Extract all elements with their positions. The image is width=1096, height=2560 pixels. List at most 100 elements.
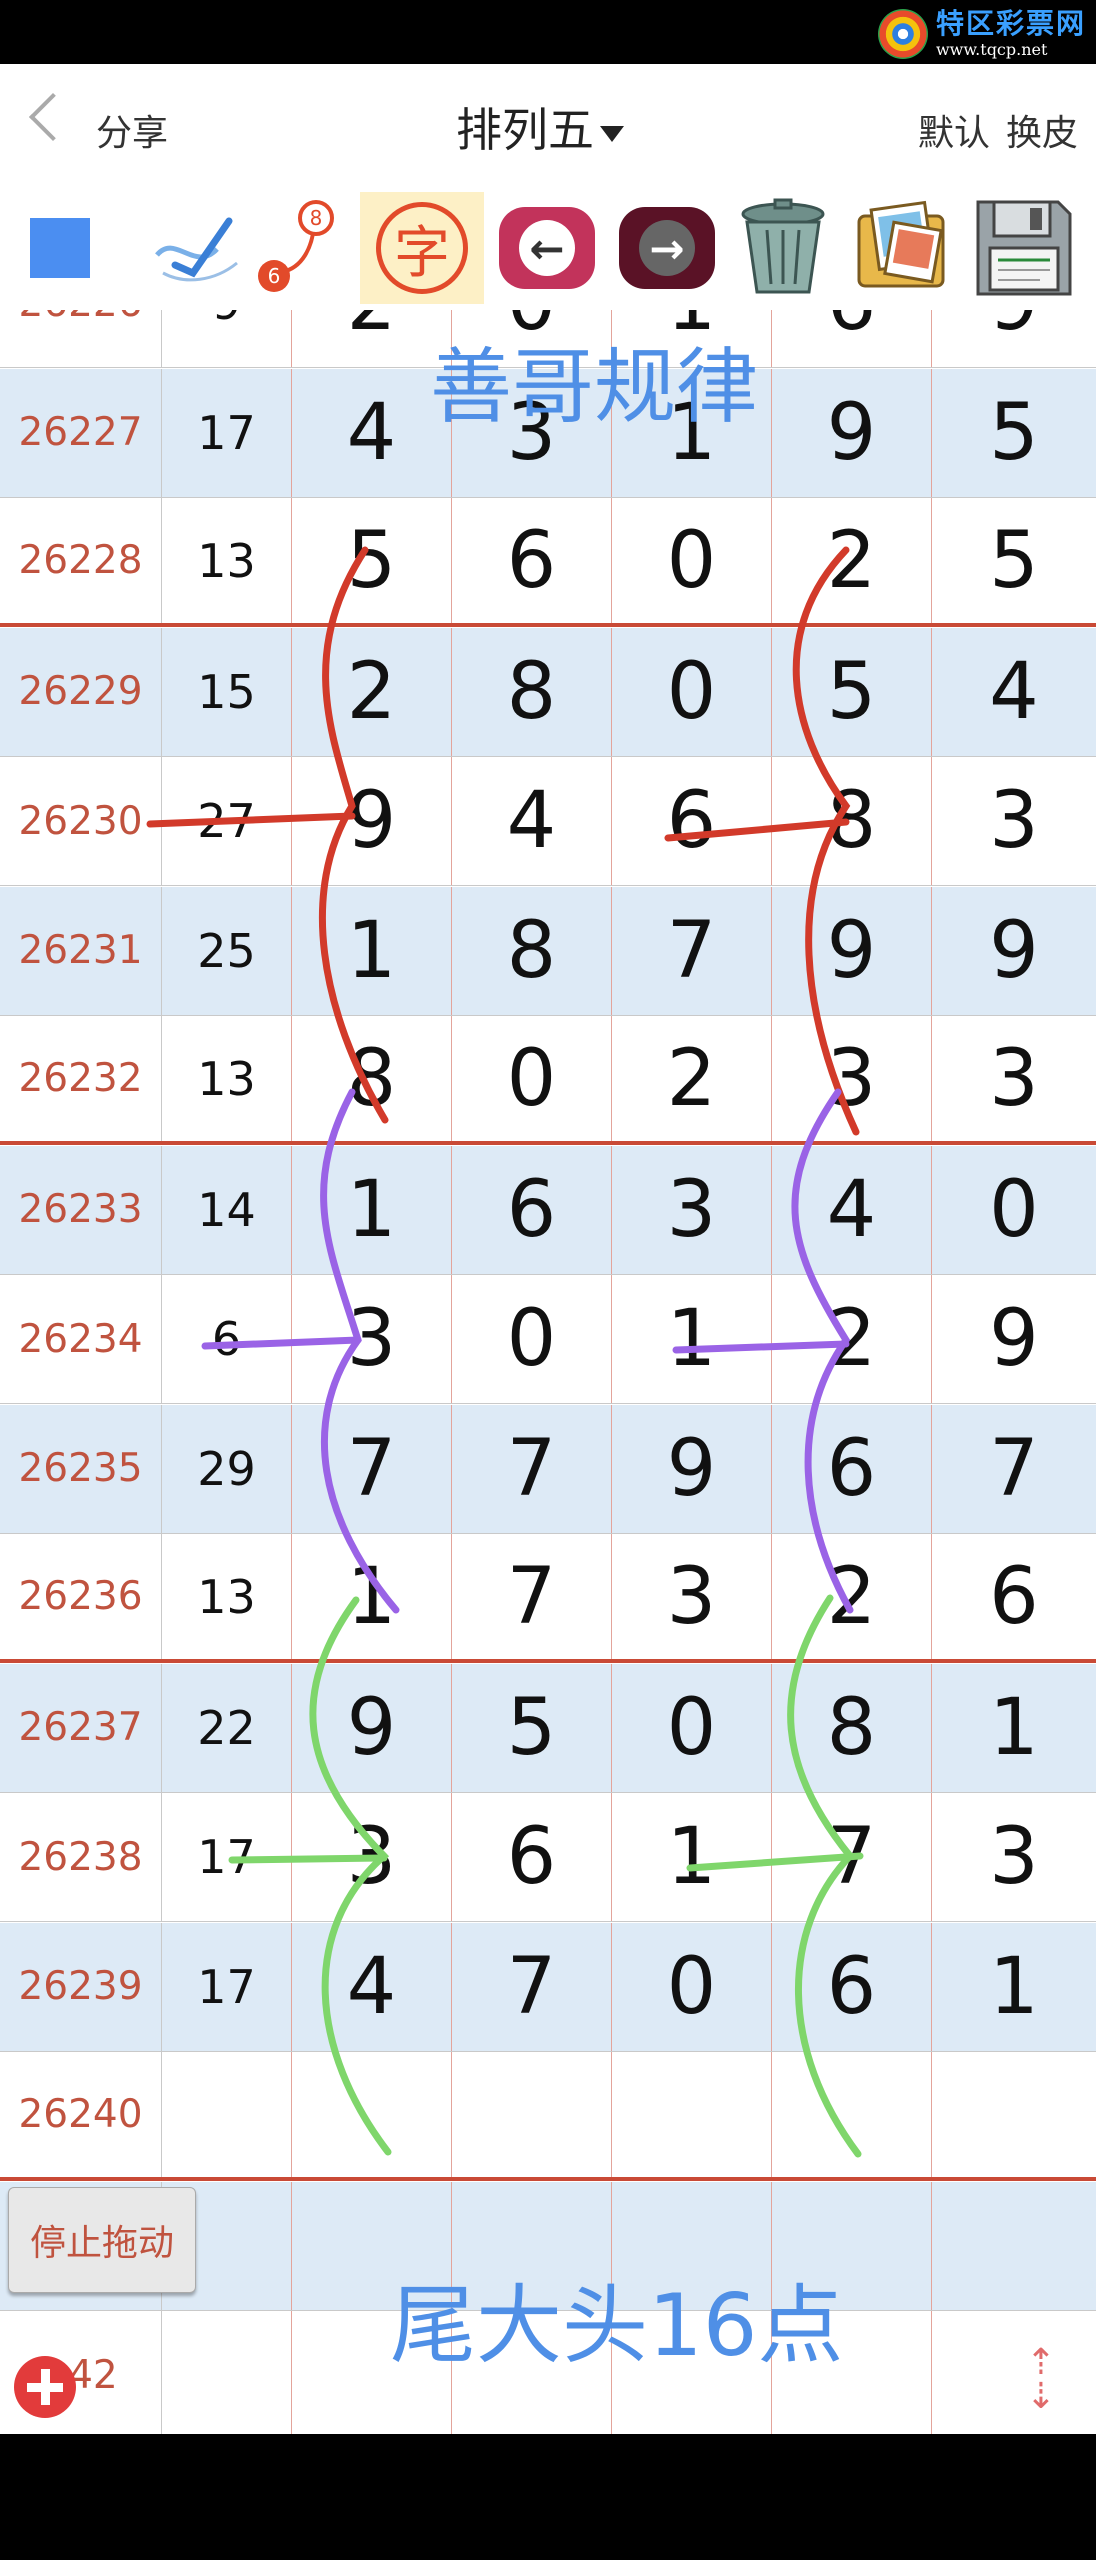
digit-cell[interactable]: 0	[452, 1275, 612, 1403]
digit-cell[interactable]: 8	[452, 886, 612, 1015]
digit-cell[interactable]: 7	[932, 1405, 1096, 1533]
digit-cell[interactable]: 8	[452, 627, 612, 756]
table-row[interactable]: 26231 25 1 8 7 9 9	[0, 886, 1096, 1016]
digit-cell[interactable]: 6	[772, 1922, 932, 2051]
digit-cell[interactable]: 9	[292, 1663, 452, 1792]
undo-button[interactable]: ←	[492, 192, 602, 304]
back-chevron-icon[interactable]	[28, 92, 78, 142]
stop-drag-button[interactable]: 停止拖动	[8, 2187, 196, 2293]
digit-cell[interactable]: 4	[292, 368, 452, 497]
digit-cell[interactable]: 0	[612, 627, 772, 756]
digit-cell[interactable]: 9	[932, 887, 1096, 1015]
digit-cell[interactable]	[292, 2052, 452, 2177]
digit-cell[interactable]: 1	[932, 1664, 1096, 1792]
digit-cell[interactable]: 4	[452, 757, 612, 885]
digit-cell[interactable]: 6	[452, 1145, 612, 1274]
digit-cell[interactable]: 1	[612, 1793, 772, 1921]
data-sheet[interactable]: 2622692016926227174319526228135602526229…	[0, 310, 1096, 2434]
digit-cell[interactable]: 3	[292, 1275, 452, 1403]
digit-cell[interactable]: 3	[932, 757, 1096, 885]
digit-cell[interactable]: 5	[932, 498, 1096, 623]
table-row[interactable]: 26232 13 8 0 2 3 3	[0, 1016, 1096, 1145]
save-button[interactable]	[966, 192, 1082, 304]
digit-cell[interactable]: 6	[772, 1404, 932, 1533]
table-row[interactable]: 26238 17 3 6 1 7 3	[0, 1793, 1096, 1922]
digit-cell[interactable]: 3	[292, 1793, 452, 1921]
skin-button[interactable]: 换皮	[1006, 113, 1078, 154]
digit-cell[interactable]: 6	[932, 1534, 1096, 1659]
digit-cell[interactable]: 0	[612, 1663, 772, 1792]
digit-cell[interactable]: 2	[292, 627, 452, 756]
digit-cell[interactable]: 7	[292, 1404, 452, 1533]
digit-cell[interactable]: 0	[612, 498, 772, 623]
resize-arrows-icon[interactable]: ⇡ ⇣	[1016, 2345, 1066, 2416]
digit-cell[interactable]: 0	[452, 1016, 612, 1141]
digit-cell[interactable]: 4	[932, 628, 1096, 756]
digit-cell[interactable]: 3	[612, 1145, 772, 1274]
table-row[interactable]: 26230 27 9 4 6 8 3	[0, 757, 1096, 886]
digit-cell[interactable]: 7	[452, 1534, 612, 1659]
text-tool-button[interactable]: 字	[360, 192, 484, 304]
table-row[interactable]: 26235 29 7 7 9 6 7	[0, 1404, 1096, 1534]
digit-cell[interactable]: 0	[612, 1922, 772, 2051]
digit-cell[interactable]: 2	[772, 1534, 932, 1659]
digit-cell[interactable]: 7	[772, 1793, 932, 1921]
digit-cell[interactable]: 5	[452, 1663, 612, 1792]
color-picker-button[interactable]	[28, 192, 92, 304]
table-row[interactable]: 26237 22 9 5 0 8 1	[0, 1663, 1096, 1793]
pen-tool-button[interactable]	[140, 192, 250, 304]
digit-cell[interactable]: 7	[612, 886, 772, 1015]
digit-cell[interactable]: 0	[932, 1146, 1096, 1274]
digit-cell[interactable]: 6	[612, 757, 772, 885]
digit-cell[interactable]: 9	[932, 310, 1096, 367]
digit-cell[interactable]: 7	[452, 1922, 612, 2051]
digit-cell[interactable]: 8	[772, 1663, 932, 1792]
clear-button[interactable]	[728, 192, 838, 304]
digit-cell[interactable]: 2	[772, 498, 932, 623]
digit-cell[interactable]	[612, 2052, 772, 2177]
digit-cell[interactable]: 9	[772, 886, 932, 1015]
digit-cell[interactable]: 6	[452, 498, 612, 623]
album-button[interactable]	[846, 192, 956, 304]
digit-cell[interactable]: 2	[292, 310, 452, 367]
digit-cell[interactable]	[772, 2052, 932, 2177]
fill-tool-button[interactable]: 8 6	[250, 192, 350, 304]
digit-cell[interactable]: 3	[932, 1793, 1096, 1921]
table-row[interactable]: 26236 13 1 7 3 2 6	[0, 1534, 1096, 1663]
digit-cell[interactable]: 5	[932, 369, 1096, 497]
table-row[interactable]: 26229 15 2 8 0 5 4	[0, 627, 1096, 757]
digit-cell[interactable]: 8	[772, 757, 932, 885]
table-row[interactable]: 26228 13 5 6 0 2 5	[0, 498, 1096, 627]
page-title[interactable]: 排列五	[456, 94, 624, 160]
digit-cell[interactable]: 1	[932, 1923, 1096, 2051]
digit-cell[interactable]: 6	[452, 1793, 612, 1921]
digit-cell[interactable]: 5	[772, 627, 932, 756]
share-button[interactable]: 分享	[96, 104, 168, 156]
digit-cell[interactable]: 4	[292, 1922, 452, 2051]
digit-cell[interactable]: 9	[292, 757, 452, 885]
digit-cell[interactable]: 5	[292, 498, 452, 623]
digit-cell[interactable]: 3	[612, 1534, 772, 1659]
digit-cell[interactable]	[932, 2052, 1096, 2177]
digit-cell[interactable]: 3	[772, 1016, 932, 1141]
digit-cell[interactable]: 4	[772, 1145, 932, 1274]
default-button[interactable]: 默认	[918, 113, 990, 154]
digit-cell[interactable]	[452, 2052, 612, 2177]
table-row[interactable]: 26234 6 3 0 1 2 9	[0, 1275, 1096, 1404]
digit-cell[interactable]: 8	[292, 1016, 452, 1141]
digit-cell[interactable]	[932, 2182, 1096, 2310]
digit-cell[interactable]: 2	[612, 1016, 772, 1141]
digit-cell[interactable]: 6	[772, 310, 932, 367]
table-row[interactable]: 26239 17 4 7 0 6 1	[0, 1922, 1096, 2052]
redo-button[interactable]: →	[612, 192, 722, 304]
digit-cell[interactable]: 3	[932, 1016, 1096, 1141]
digit-cell[interactable]: 9	[932, 1275, 1096, 1403]
plus-circle-icon[interactable]	[14, 2356, 76, 2418]
digit-cell[interactable]: 9	[772, 368, 932, 497]
digit-cell[interactable]	[932, 2311, 1096, 2434]
digit-cell[interactable]: 7	[452, 1404, 612, 1533]
digit-cell[interactable]: 2	[772, 1275, 932, 1403]
table-row[interactable]: 26240	[0, 2052, 1096, 2181]
digit-cell[interactable]: 1	[292, 1534, 452, 1659]
digit-cell[interactable]: 1	[612, 1275, 772, 1403]
